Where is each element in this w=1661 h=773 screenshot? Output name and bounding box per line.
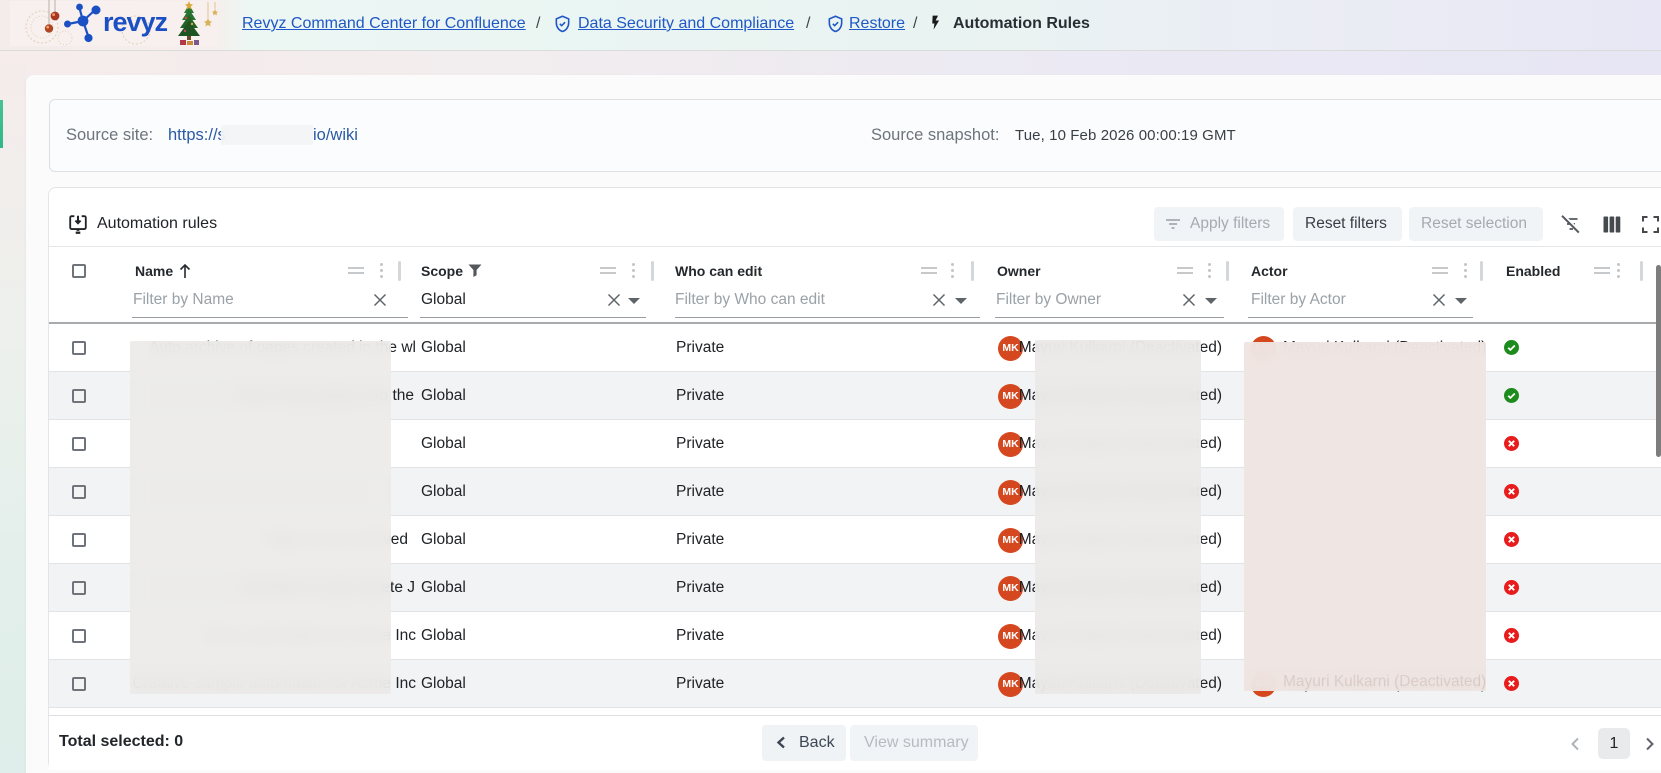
svg-text:revyz: revyz xyxy=(103,7,168,37)
